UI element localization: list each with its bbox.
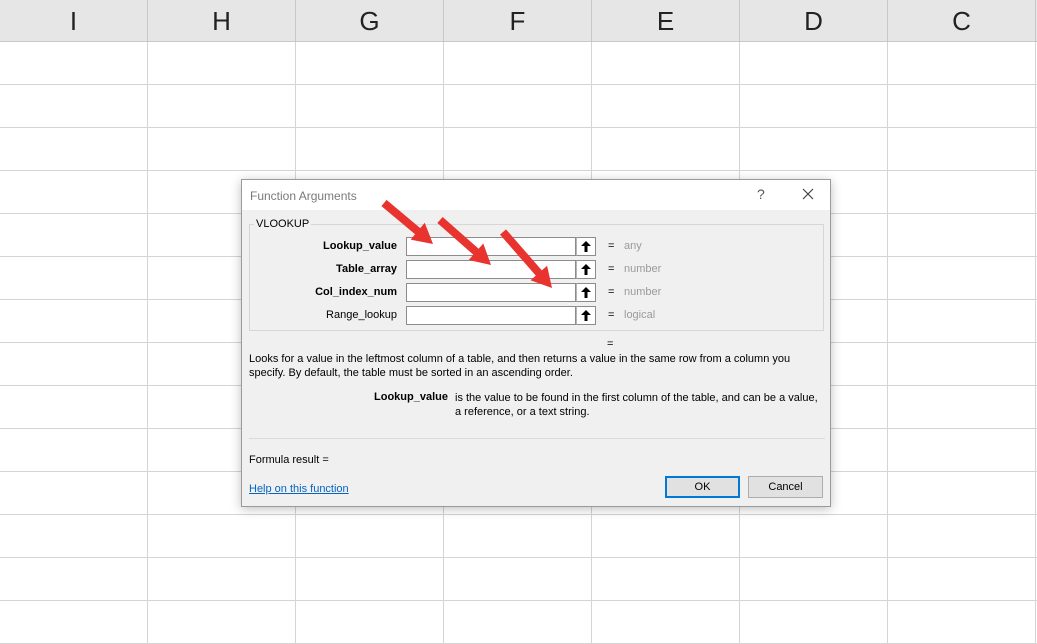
cancel-button[interactable]: Cancel (748, 476, 823, 498)
up-arrow-icon (581, 264, 591, 275)
column-header-i[interactable]: I (0, 0, 148, 42)
arg-equals: = (608, 263, 615, 275)
function-result-equals: = (607, 338, 614, 350)
lookup-value-input[interactable] (406, 237, 576, 256)
function-description: Looks for a value in the leftmost column… (249, 353, 791, 379)
collapse-dialog-button[interactable] (576, 283, 596, 302)
arg-row-lookup-value: Lookup_value = any (242, 237, 832, 257)
collapse-dialog-button[interactable] (576, 237, 596, 256)
dialog-titlebar[interactable]: Function Arguments ? (242, 180, 830, 210)
formula-result-label: Formula result = (249, 454, 329, 466)
arg-equals: = (608, 309, 615, 321)
function-name-label: VLOOKUP (254, 218, 312, 230)
arg-row-range-lookup: Range_lookup = logical (242, 306, 832, 326)
column-header-d[interactable]: D (740, 0, 888, 42)
arg-type-hint: number (624, 286, 662, 298)
collapse-dialog-button[interactable] (576, 260, 596, 279)
function-arguments-dialog: Function Arguments ? VLOOKUP Lookup_valu… (241, 179, 831, 507)
arg-label-table-array: Table_array (336, 263, 397, 275)
arg-type-hint: any (624, 240, 642, 252)
arg-equals: = (608, 286, 615, 298)
arg-label-col-index-num: Col_index_num (315, 286, 397, 298)
column-header-f[interactable]: F (444, 0, 592, 42)
divider (249, 438, 825, 439)
column-headers: I H G F E D C (0, 0, 1037, 42)
col-index-num-input[interactable] (406, 283, 576, 302)
arg-label-lookup-value: Lookup_value (323, 240, 397, 252)
help-on-this-function-link[interactable]: Help on this function (249, 483, 349, 495)
up-arrow-icon (581, 287, 591, 298)
arg-type-hint: logical (624, 309, 656, 321)
close-icon[interactable] (798, 184, 818, 204)
arg-equals: = (608, 240, 615, 252)
range-lookup-input[interactable] (406, 306, 576, 325)
help-icon[interactable]: ? (757, 186, 765, 202)
arg-type-hint: number (624, 263, 662, 275)
arg-row-table-array: Table_array = number (242, 260, 832, 280)
collapse-dialog-button[interactable] (576, 306, 596, 325)
up-arrow-icon (581, 310, 591, 321)
arg-help-name: Lookup_value (374, 391, 448, 403)
column-header-g[interactable]: G (296, 0, 444, 42)
arg-row-col-index-num: Col_index_num = number (242, 283, 832, 303)
column-header-c[interactable]: C (888, 0, 1036, 42)
arg-label-range-lookup: Range_lookup (326, 309, 397, 321)
up-arrow-icon (581, 241, 591, 252)
arg-help-text: is the value to be found in the first co… (455, 392, 818, 418)
column-header-e[interactable]: E (592, 0, 740, 42)
column-header-h[interactable]: H (148, 0, 296, 42)
ok-button[interactable]: OK (665, 476, 740, 498)
dialog-title: Function Arguments (250, 189, 357, 203)
table-array-input[interactable] (406, 260, 576, 279)
